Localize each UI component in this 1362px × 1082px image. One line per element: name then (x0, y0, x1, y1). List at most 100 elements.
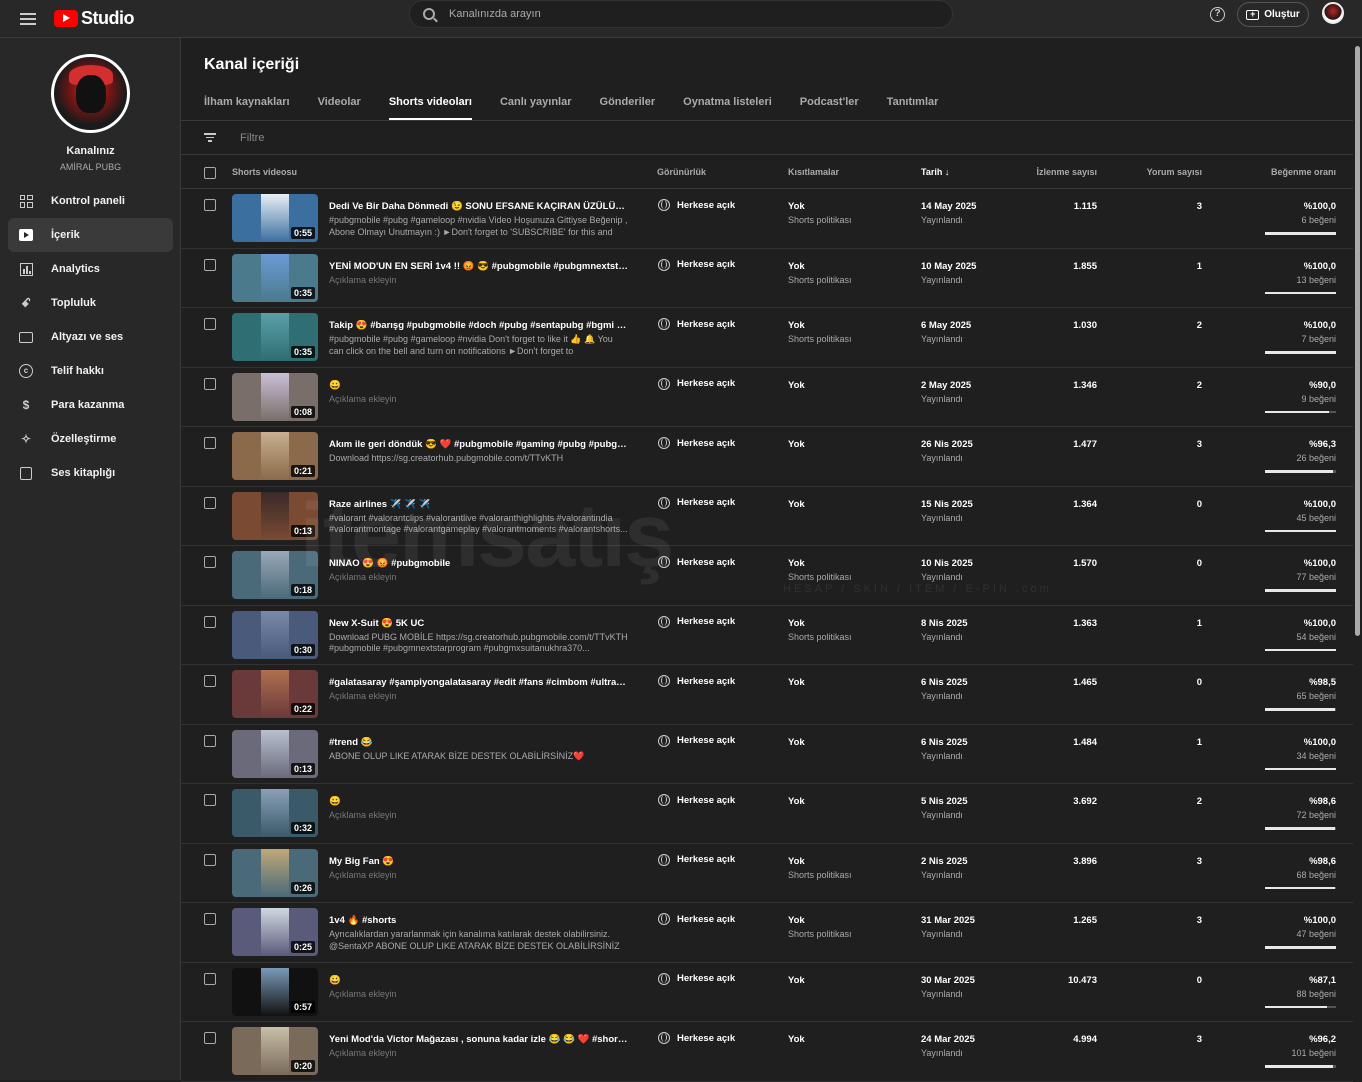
table-row[interactable]: 0:26 My Big Fan 😍 Açıklama ekleyin Herkese … (181, 844, 1353, 903)
restriction-detail[interactable]: Shorts politikası (788, 334, 852, 344)
video-description[interactable]: Açıklama ekleyin (329, 989, 629, 1001)
video-description[interactable]: Download PUBG MOBİLE https://sg.creatorh… (329, 632, 629, 655)
table-row[interactable]: 0:32 😀 Açıklama ekleyin Herkese açık Yok 5 Ni… (181, 784, 1353, 844)
row-checkbox[interactable] (204, 258, 216, 271)
visibility-cell[interactable]: Herkese açık (658, 496, 735, 509)
row-checkbox[interactable] (204, 675, 216, 687)
row-checkbox[interactable] (204, 377, 216, 390)
video-title[interactable]: #trend 😂 (329, 737, 629, 748)
visibility-cell[interactable]: Herkese açık (658, 437, 735, 449)
tab-playlists[interactable]: Oynatma listeleri (683, 96, 772, 120)
restriction-detail[interactable]: Shorts politikası (788, 275, 852, 285)
video-thumbnail[interactable]: 0:13 (232, 729, 318, 778)
table-row[interactable]: 0:18 NINAO 😍 😡 #pubgmobile Açıklama ekleyi… (181, 546, 1353, 606)
video-description[interactable]: Açıklama ekleyin (329, 870, 629, 882)
video-title[interactable]: #galatasaray #şampiyongalatasaray #edit … (329, 677, 629, 688)
restriction-detail[interactable]: Shorts politikası (788, 929, 852, 939)
video-description[interactable]: Açıklama ekleyin (329, 572, 629, 584)
search-box[interactable] (409, 0, 953, 28)
video-title[interactable]: 😀 (329, 975, 629, 986)
video-thumbnail[interactable]: 0:13 (232, 491, 318, 540)
video-description[interactable]: Açıklama ekleyin (329, 691, 629, 703)
sidebar-item-dashboard[interactable]: Kontrol paneli (8, 184, 173, 218)
tab-live[interactable]: Canlı yayınlar (500, 96, 572, 120)
video-thumbnail[interactable]: 0:25 (232, 908, 318, 956)
video-title[interactable]: YENİ MOD'UN EN SERİ 1v4 !! 😡 😎 #pubgmobi… (329, 261, 629, 272)
column-video[interactable]: Shorts videosu (232, 167, 297, 177)
sidebar-item-audio-library[interactable]: Ses kitaplığı (8, 456, 173, 490)
visibility-cell[interactable]: Herkese açık (658, 615, 735, 628)
table-row[interactable]: 0:57 😀 Açıklama ekleyin Herkese açık Yok 30 M… (181, 963, 1353, 1022)
video-thumbnail[interactable]: 0:30 (232, 610, 318, 659)
sidebar-item-analytics[interactable]: Analytics (8, 252, 173, 286)
video-description[interactable]: ABONE OLUP LIKE ATARAK BİZE DESTEK OLABİ… (329, 751, 629, 763)
video-title[interactable]: Yeni Mod'da Victor Mağazası , sonuna kad… (329, 1034, 629, 1045)
video-title[interactable]: Dedi Ve Bir Daha Dönmedi 😉 SONU EFSANE K… (329, 201, 629, 212)
help-icon[interactable]: ? (1210, 7, 1225, 22)
video-title[interactable]: 1v4 🔥 #shorts (329, 915, 629, 926)
video-description[interactable]: #pubgmobile #pubg #gameloop #nvidia Don'… (329, 334, 629, 357)
visibility-cell[interactable]: Herkese açık (658, 794, 735, 806)
column-views[interactable]: İzlenme sayısı (1036, 167, 1097, 177)
search-input[interactable] (449, 8, 849, 20)
tab-videos[interactable]: Videolar (318, 96, 361, 120)
column-date[interactable]: Tarih ↓ (921, 167, 949, 177)
visibility-cell[interactable]: Herkese açık (658, 1032, 735, 1044)
column-visibility[interactable]: Görünürlük (657, 167, 706, 177)
table-row[interactable]: 0:25 1v4 🔥 #shorts Ayrıcalıklardan yararla… (181, 903, 1353, 963)
sidebar-item-community[interactable]: ꗃ Topluluk (8, 286, 173, 320)
visibility-cell[interactable]: Herkese açık (658, 199, 735, 211)
video-title[interactable]: Akım ile geri döndük 😎 ❤️ #pubgmobile #g… (329, 439, 629, 450)
video-title[interactable]: Takip 😍 #barışg #pubgmobile #doch #pubg … (329, 320, 629, 331)
scrollbar[interactable] (1353, 38, 1362, 1080)
table-row[interactable]: 0:20 Yeni Mod'da Victor Mağazası , sonuna… (181, 1022, 1353, 1082)
video-thumbnail[interactable]: 0:21 (232, 432, 318, 480)
column-restrictions[interactable]: Kısıtlamalar (788, 167, 839, 177)
restriction-detail[interactable]: Shorts politikası (788, 215, 852, 225)
video-thumbnail[interactable]: 0:57 (232, 967, 318, 1016)
account-avatar[interactable] (1322, 2, 1344, 24)
video-description[interactable]: Ayrıcalıklardan yararlanmak için kanalım… (329, 929, 629, 952)
video-title[interactable]: New X-Suit 😍 5K UC (329, 618, 629, 629)
table-row[interactable]: 0:08 😀 Açıklama ekleyin Herkese açık Yok 2 Ma… (181, 368, 1353, 427)
table-row[interactable]: 0:35 Takip 😍 #barışg #pubgmobile #doch #p… (181, 308, 1353, 368)
row-checkbox[interactable] (204, 913, 216, 925)
video-thumbnail[interactable]: 0:55 (232, 194, 318, 242)
row-checkbox[interactable] (204, 556, 216, 568)
row-checkbox[interactable] (204, 496, 216, 509)
video-description[interactable]: Download https://sg.creatorhub.pubgmobil… (329, 453, 629, 465)
column-likes[interactable]: Beğenme oranı (1271, 167, 1336, 177)
video-thumbnail[interactable]: 0:35 (232, 253, 318, 302)
visibility-cell[interactable]: Herkese açık (658, 972, 735, 985)
tab-inspiration[interactable]: İlham kaynakları (204, 96, 290, 120)
visibility-cell[interactable]: Herkese açık (658, 377, 735, 390)
table-row[interactable]: 0:35 YENİ MOD'UN EN SERİ 1v4 !! 😡 😎 #pubg… (181, 249, 1353, 308)
visibility-cell[interactable]: Herkese açık (658, 734, 735, 747)
video-title[interactable]: 😀 (329, 796, 629, 807)
table-row[interactable]: 0:21 Akım ile geri döndük 😎 ❤️ #pubgmobil… (181, 427, 1353, 487)
visibility-cell[interactable]: Herkese açık (658, 318, 735, 330)
video-thumbnail[interactable]: 0:08 (232, 372, 318, 421)
video-thumbnail[interactable]: 0:32 (232, 789, 318, 837)
row-checkbox[interactable] (204, 853, 216, 866)
visibility-cell[interactable]: Herkese açık (658, 258, 735, 271)
tab-posts[interactable]: Gönderiler (600, 96, 656, 120)
row-checkbox[interactable] (204, 437, 216, 449)
create-button[interactable]: + Oluştur (1237, 2, 1309, 27)
video-thumbnail[interactable]: 0:26 (232, 848, 318, 897)
sidebar-item-content[interactable]: İçerik (8, 218, 173, 252)
table-row[interactable]: 0:13 Raze airlines ✈️ ✈️ ✈️ #valorant #val… (181, 487, 1353, 546)
visibility-cell[interactable]: Herkese açık (658, 913, 735, 925)
restriction-detail[interactable]: Shorts politikası (788, 572, 852, 582)
table-row[interactable]: 0:55 Dedi Ve Bir Daha Dönmedi 😉 SONU EFSA… (181, 189, 1353, 249)
visibility-cell[interactable]: Herkese açık (658, 556, 735, 568)
restriction-detail[interactable]: Shorts politikası (788, 632, 852, 642)
video-description[interactable]: Açıklama ekleyin (329, 275, 629, 287)
channel-avatar[interactable] (51, 54, 130, 133)
video-title[interactable]: NINAO 😍 😡 #pubgmobile (329, 558, 629, 569)
sidebar-item-customization[interactable]: ✧ Özelleştirme (8, 422, 173, 456)
sidebar-item-copyright[interactable]: c Telif hakkı (8, 354, 173, 388)
row-checkbox[interactable] (204, 615, 216, 628)
studio-logo[interactable]: Studio (54, 8, 135, 29)
sidebar-item-subtitles[interactable]: Altyazı ve ses (8, 320, 173, 354)
